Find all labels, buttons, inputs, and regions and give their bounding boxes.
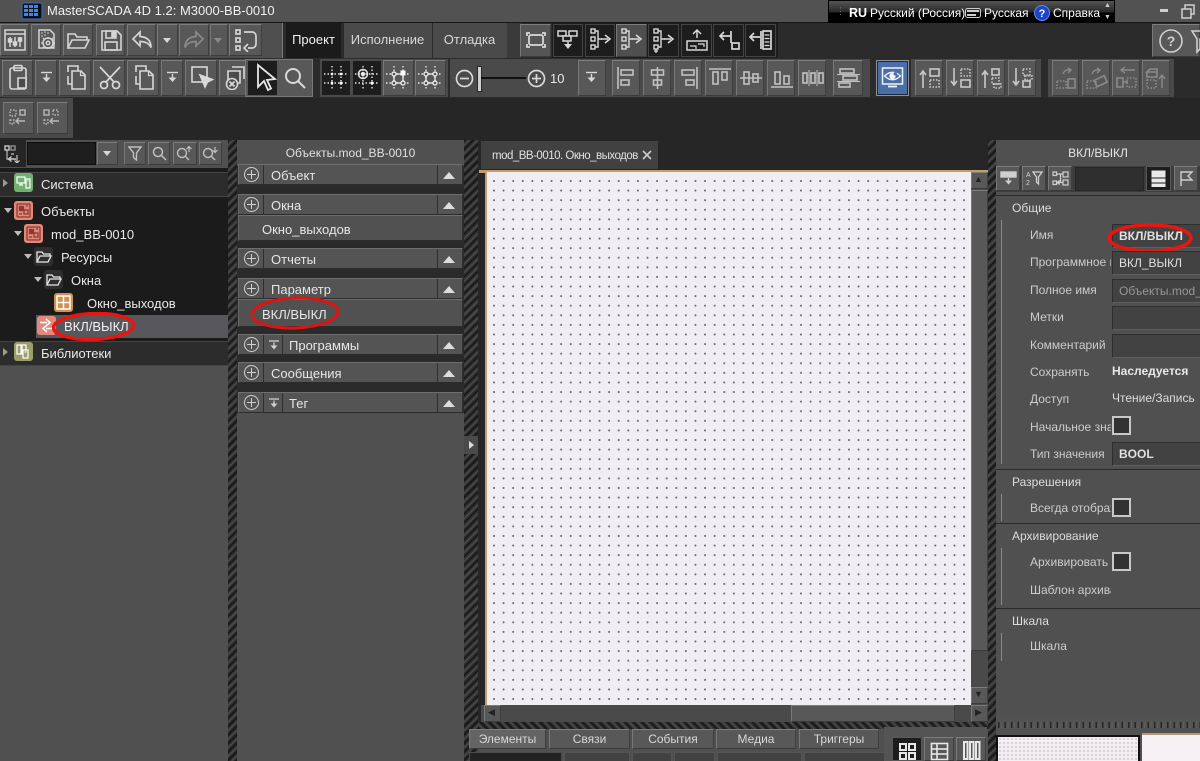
svg-text:2: 2 <box>1026 180 1030 187</box>
svg-text:?: ? <box>1039 8 1046 20</box>
svg-text:?: ? <box>1167 33 1176 49</box>
svg-text:A: A <box>1026 172 1031 179</box>
